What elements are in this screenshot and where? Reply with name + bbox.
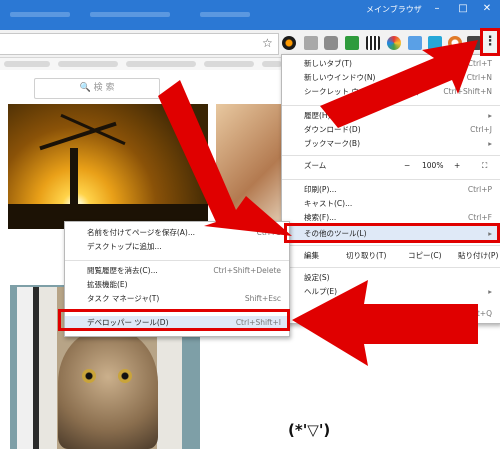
arrow-to-developer-tools — [292, 280, 478, 366]
arrow-to-more-button — [320, 40, 478, 128]
annotation-arrows — [158, 40, 478, 366]
arrow-to-more-tools — [158, 80, 292, 236]
